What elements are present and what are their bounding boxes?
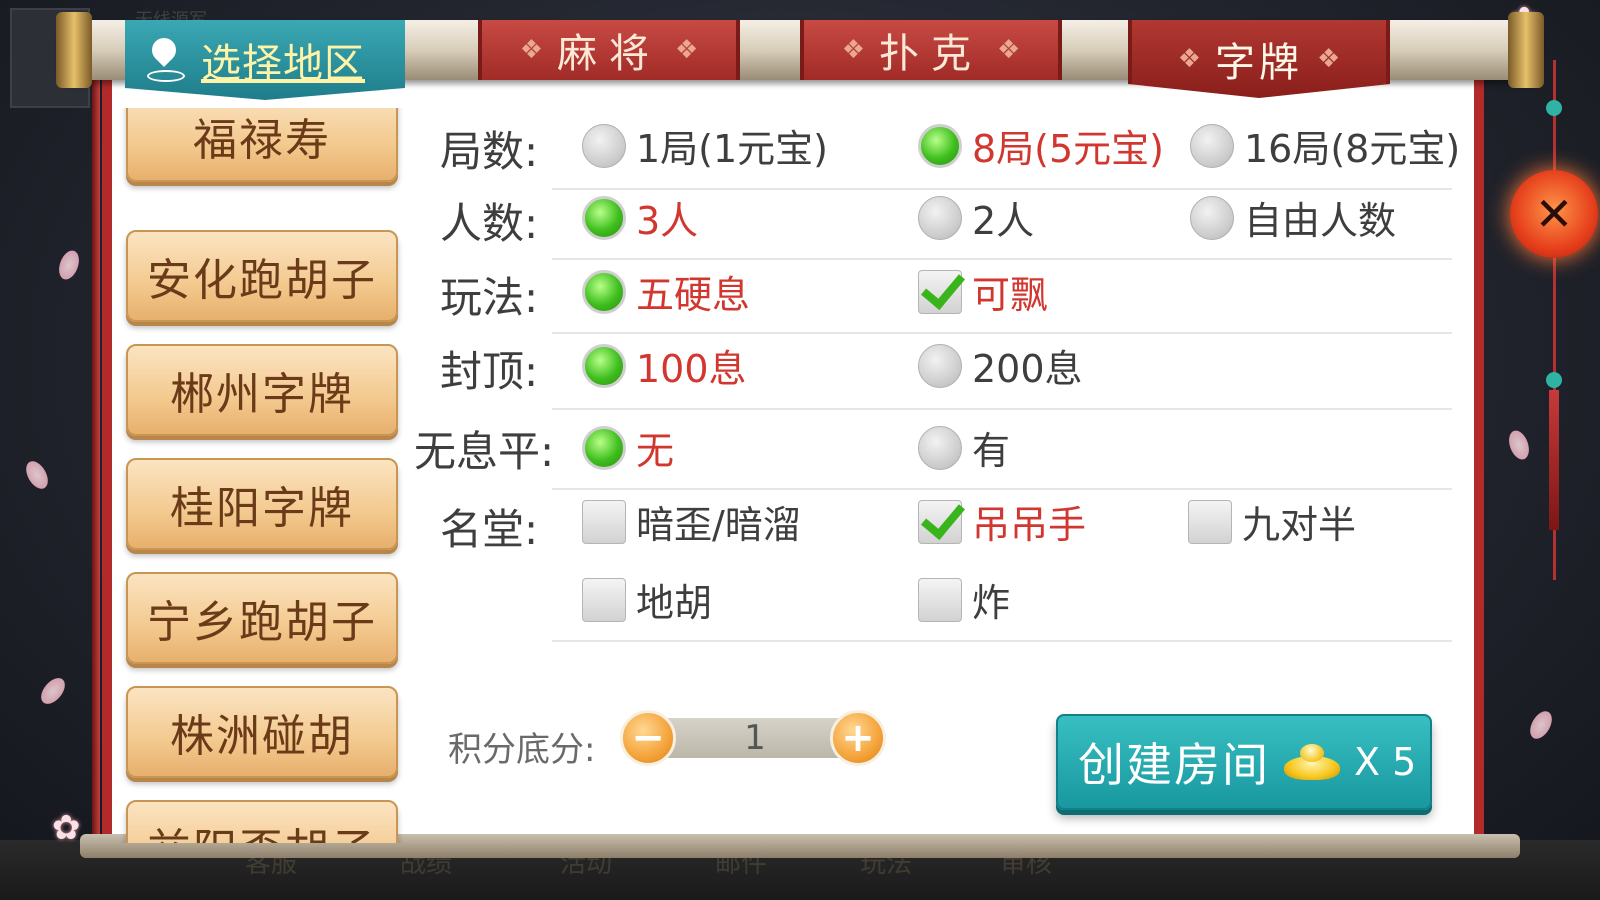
row-divider <box>552 332 1452 334</box>
flower-decoration: ✿ <box>52 808 81 848</box>
row-divider <box>552 408 1452 410</box>
petal-decoration <box>21 457 53 493</box>
radio-selected-icon <box>582 195 626 240</box>
special-hand-option-zha[interactable]: 炸 <box>918 572 1010 627</box>
scroll-rod-cap-right <box>1508 12 1544 88</box>
petal-decoration <box>1525 707 1557 743</box>
create-room-label: 创建房间 <box>1078 738 1270 792</box>
players-label: 人数: <box>440 199 539 248</box>
region-item[interactable]: 宁乡跑胡子 <box>126 572 398 664</box>
checkbox-checked-icon <box>918 499 962 544</box>
region-item[interactable]: 桂阳字牌 <box>126 458 398 550</box>
checkbox-icon <box>918 577 962 622</box>
bead-decoration <box>1546 372 1562 388</box>
flourish-icon: ❖ <box>675 35 699 65</box>
location-pin-icon <box>147 38 185 82</box>
play-style-option-wuyingxi[interactable]: 五硬息 <box>582 264 750 319</box>
flourish-icon: ❖ <box>841 35 865 65</box>
radio-selected-icon <box>582 269 626 314</box>
no-points-tie-option-none[interactable]: 无 <box>582 420 674 475</box>
gold-ingot-icon <box>1284 744 1340 780</box>
flourish-icon: ❖ <box>1317 44 1341 74</box>
rounds-option-16[interactable]: 16局(8元宝) <box>1190 118 1460 173</box>
petal-decoration <box>36 673 70 709</box>
rounds-option-8[interactable]: 8局(5元宝) <box>918 118 1164 173</box>
decrease-score-button[interactable]: − <box>620 710 676 766</box>
petal-decoration <box>55 247 83 283</box>
row-divider <box>552 258 1452 260</box>
players-option-3[interactable]: 3人 <box>582 190 698 245</box>
special-hand-option-dihu[interactable]: 地胡 <box>582 572 712 627</box>
increase-score-button[interactable]: + <box>830 710 886 766</box>
checkbox-icon <box>582 577 626 622</box>
scroll-rod-cap-left <box>56 12 92 88</box>
players-option-2[interactable]: 2人 <box>918 190 1034 245</box>
rounds-label: 局数: <box>440 127 539 176</box>
region-item[interactable]: 株洲碰胡 <box>126 686 398 778</box>
region-item[interactable]: 安化跑胡子 <box>126 230 398 322</box>
base-score-label: 积分底分: <box>448 730 596 770</box>
checkbox-checked-icon <box>918 269 962 314</box>
special-hand-option-diaodiaoshou[interactable]: 吊吊手 <box>918 494 1086 549</box>
cap-option-200[interactable]: 200息 <box>918 338 1083 393</box>
plus-icon: + <box>841 715 875 761</box>
row-divider <box>552 488 1452 490</box>
radio-selected-icon <box>918 123 962 168</box>
rounds-option-1[interactable]: 1局(1元宝) <box>582 118 828 173</box>
checkbox-icon <box>582 499 626 544</box>
tab-label: 麻将 <box>557 31 661 77</box>
radio-selected-icon <box>582 425 626 470</box>
tab-label: 字牌 <box>1215 40 1303 86</box>
no-points-tie-label: 无息平: <box>414 427 555 476</box>
region-item[interactable]: 福禄寿 <box>126 108 398 182</box>
no-points-tie-option-yes[interactable]: 有 <box>918 420 1010 475</box>
radio-icon <box>918 195 962 240</box>
select-region-label: 选择地区 <box>201 41 365 87</box>
flourish-icon: ❖ <box>519 35 543 65</box>
bead-decoration <box>1546 100 1562 116</box>
radio-icon <box>918 425 962 470</box>
minus-icon: − <box>631 715 665 761</box>
radio-icon <box>1190 123 1234 168</box>
base-score-value: 1 <box>744 718 766 758</box>
select-region-tab[interactable]: 选择地区 <box>125 20 405 100</box>
region-list[interactable]: ❦ 福禄寿 安化跑胡子 郴州字牌 桂阳字牌 宁乡跑胡子 株洲碰胡 益阳歪胡子 <box>112 108 412 843</box>
rule-options: 局数: 1局(1元宝) 8局(5元宝) 16局(8元宝) 人数: 3人 2人 自… <box>412 100 1460 642</box>
play-style-option-kepiao[interactable]: 可飘 <box>918 264 1048 319</box>
cap-option-100[interactable]: 100息 <box>582 338 747 393</box>
close-icon: ✕ <box>1534 187 1574 241</box>
cap-label: 封顶: <box>440 347 539 396</box>
row-divider <box>552 640 1452 642</box>
region-item[interactable]: 益阳歪胡子 <box>126 800 398 843</box>
radio-icon <box>582 123 626 168</box>
flourish-icon: ❖ <box>997 35 1021 65</box>
create-room-cost: X 5 <box>1354 740 1417 784</box>
tab-mahjong[interactable]: ❖ 麻将 ❖ <box>478 20 740 80</box>
region-item[interactable]: 郴州字牌 <box>126 344 398 436</box>
close-button[interactable]: ✕ <box>1510 170 1598 258</box>
play-style-label: 玩法: <box>440 273 539 322</box>
radio-icon <box>1190 195 1234 240</box>
radio-selected-icon <box>582 343 626 388</box>
flourish-icon: ❖ <box>1177 44 1201 74</box>
petal-decoration <box>1505 427 1533 463</box>
special-hand-option-anwai[interactable]: 暗歪/暗溜 <box>582 494 801 549</box>
special-hand-option-jiuduiban[interactable]: 九对半 <box>1188 494 1356 549</box>
players-option-free[interactable]: 自由人数 <box>1190 190 1396 245</box>
tab-label: 扑克 <box>879 31 983 77</box>
create-room-button[interactable]: 创建房间 X 5 <box>1056 714 1432 810</box>
tab-poker[interactable]: ❖ 扑克 ❖ <box>800 20 1062 80</box>
tab-zipai[interactable]: ❖ 字牌 ❖ <box>1128 20 1390 98</box>
special-hands-label: 名堂: <box>440 505 539 554</box>
radio-icon <box>918 343 962 388</box>
checkbox-icon <box>1188 499 1232 544</box>
tassel-decoration <box>1549 390 1559 530</box>
